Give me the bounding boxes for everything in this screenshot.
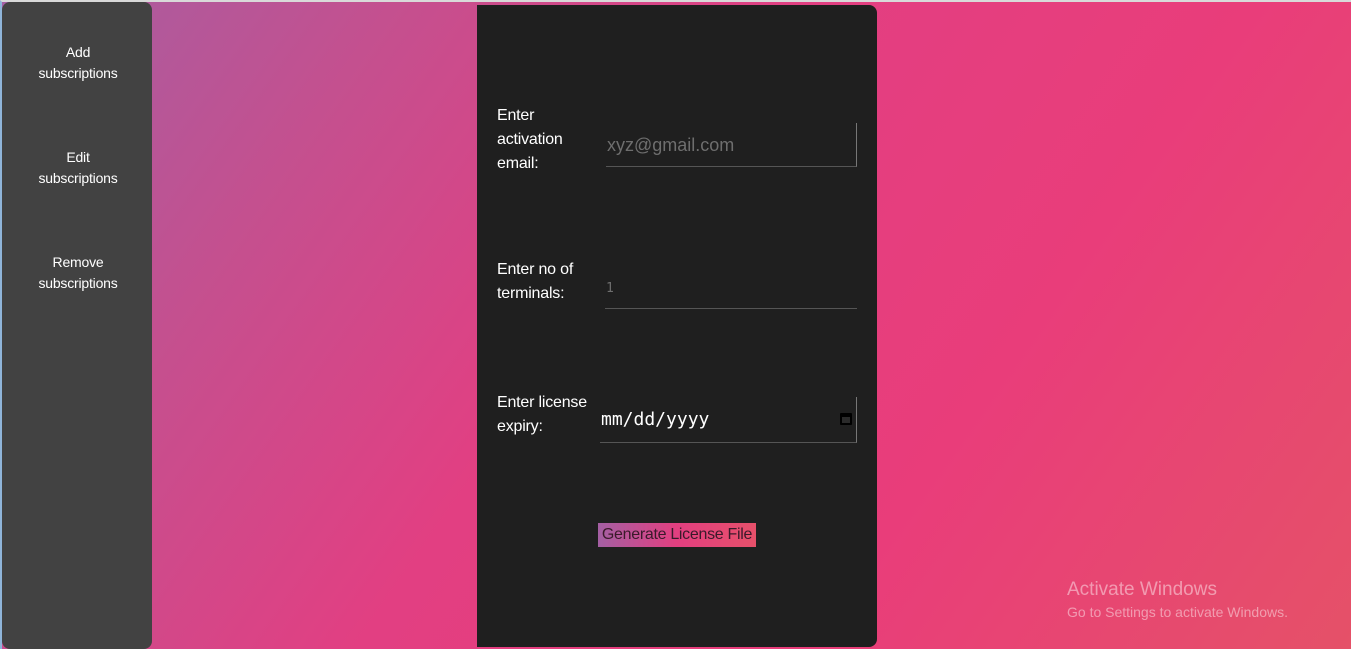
expiry-label-line2: expiry: [497,418,543,435]
activation-email-field[interactable]: xyz@gmail.com [606,123,857,167]
nav-add-label-line2: subscriptions [38,65,118,81]
license-form-card: Enter activation email: xyz@gmail.com En… [477,5,877,647]
terminals-number-field[interactable]: 1 [605,269,857,309]
email-label-line2: activation [497,131,563,148]
terminals-label-line2: terminals: [497,285,565,302]
nav-add-label-line1: Add [65,44,91,60]
calendar-icon[interactable] [840,413,852,425]
nav-edit-label-line1: Edit [66,149,90,165]
watermark-subtitle: Go to Settings to activate Windows. [1067,604,1288,620]
nav-edit-label-line2: subscriptions [38,170,118,186]
terminals-label-line1: Enter no of [497,261,574,278]
nav-remove-subscriptions[interactable]: Remove subscriptions [2,252,154,294]
expiry-date-value: mm/dd/yyyy [601,409,710,430]
nav-remove-label-line2: subscriptions [38,275,118,291]
email-label-line1: Enter [497,107,535,124]
watermark-title: Activate Windows [1067,579,1217,600]
nav-edit-subscriptions[interactable]: Edit subscriptions [2,147,154,189]
expiry-label-line1: Enter license [497,394,587,411]
nav-remove-label-line1: Remove [52,254,104,270]
nav-add-subscriptions[interactable]: Add subscriptions [2,42,154,84]
expiry-label: Enter license expiry: [497,391,587,439]
sidebar: Add subscriptions Edit subscriptions Rem… [2,2,152,649]
email-label: Enter activation email: [497,104,563,176]
terminals-placeholder: 1 [606,281,614,296]
windows-activation-watermark: Activate Windows Go to Settings to activ… [1067,578,1288,622]
license-expiry-date-field[interactable]: mm/dd/yyyy [600,397,857,443]
email-placeholder: xyz@gmail.com [607,135,735,155]
terminals-label: Enter no of terminals: [497,258,573,306]
generate-license-file-button[interactable]: Generate License File [598,523,756,547]
email-label-line3: email: [497,155,539,172]
